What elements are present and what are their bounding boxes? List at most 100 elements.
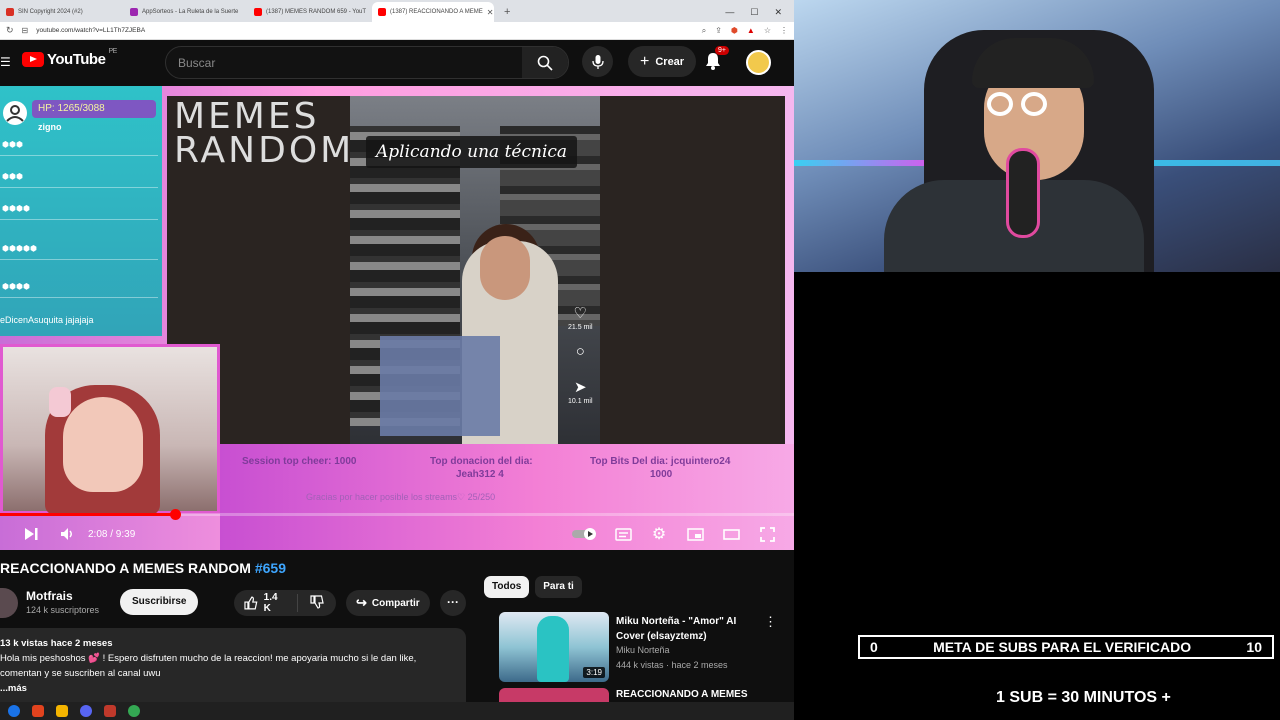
clip-caption: Aplicando una técnica: [366, 136, 578, 168]
recommended-video[interactable]: REACCIONANDO A MEMES: [484, 688, 794, 702]
microphone-icon: [591, 54, 604, 69]
recommended-channel[interactable]: Miku Norteña: [616, 645, 670, 655]
translate-icon[interactable]: ⌕: [702, 26, 706, 36]
site-info-icon[interactable]: ⊟: [22, 26, 29, 35]
show-more-link[interactable]: ...más: [0, 681, 466, 696]
logo-text: YouTube: [47, 51, 106, 68]
search-button[interactable]: [522, 47, 568, 78]
chrome-icon[interactable]: [128, 705, 140, 717]
browser-tab[interactable]: SIN Copyright 2024 (#2): [0, 2, 122, 22]
glasses-icon: [987, 92, 1057, 116]
discord-icon[interactable]: [80, 705, 92, 717]
subtitles-button[interactable]: [614, 522, 632, 546]
time-display: 2:08 / 9:39: [88, 528, 136, 540]
channel-name[interactable]: Motfrais: [26, 589, 73, 603]
tab-close-icon[interactable]: ✕: [487, 8, 494, 17]
chip-for-you[interactable]: Para ti: [535, 576, 582, 598]
warning-icon[interactable]: ▲: [747, 26, 755, 36]
share-page-icon[interactable]: ⇪: [715, 26, 722, 36]
stream-goal-text: Gracias por hacer posible los streams♡ 2…: [306, 492, 496, 502]
reload-icon[interactable]: ↻: [6, 25, 14, 36]
extension-icon[interactable]: ⬢: [731, 26, 738, 36]
fullscreen-button[interactable]: [758, 522, 776, 546]
app-icon[interactable]: [104, 705, 116, 717]
recommended-meta: 444 k vistas · hace 2 meses: [616, 660, 728, 670]
tab-favicon-icon: [130, 8, 138, 16]
settings-button[interactable]: ⚙: [650, 522, 668, 546]
youtube-logo[interactable]: YouTube PE: [22, 48, 117, 68]
title-hashtag[interactable]: #659: [255, 560, 286, 576]
hp-bar: HP: 1265/3088: [32, 100, 156, 118]
start-icon[interactable]: [8, 705, 20, 717]
minimize-icon[interactable]: —: [725, 2, 734, 22]
recommended-video[interactable]: 3:19 Miku Norteña - "Amor" AI Cover (els…: [484, 612, 784, 682]
search-input[interactable]: [166, 55, 522, 70]
more-vertical-icon[interactable]: ⋮: [764, 614, 777, 630]
tab-bar: SIN Copyright 2024 (#2) AppSorteos - La …: [0, 0, 794, 22]
description-line: Hola mis peshoshos 💕 ! Espero disfruten …: [0, 653, 417, 664]
browser-tab-active[interactable]: (1387) REACCIONANDO A MEME ✕: [372, 2, 494, 22]
scrubber-handle[interactable]: [169, 509, 181, 520]
share-label: Compartir: [371, 597, 420, 609]
guest-webcam: [0, 344, 220, 515]
voice-search-button[interactable]: [582, 46, 613, 77]
clip-person-face: [480, 236, 530, 300]
memes-random-logo: MEMES RANDOM: [174, 96, 355, 171]
chat-username: zigno: [38, 122, 62, 132]
next-button[interactable]: [22, 522, 40, 546]
region-code: PE: [108, 48, 117, 55]
browser-tab[interactable]: AppSorteos - La Ruleta de la Suerte: [124, 2, 246, 22]
bookmark-icon[interactable]: ☆: [764, 26, 771, 36]
create-label: Crear: [655, 55, 685, 68]
plus-icon: +: [640, 52, 650, 70]
subscriber-goal-bar: 0 META DE SUBS PARA EL VERIFICADO 10: [858, 635, 1274, 659]
streamer-webcam: [794, 0, 1280, 272]
brave-icon[interactable]: [32, 705, 44, 717]
menu-icon[interactable]: ⋮: [780, 26, 788, 36]
account-avatar[interactable]: [746, 50, 771, 75]
thumbnail-figure: [537, 616, 569, 682]
user-icon: [3, 101, 27, 125]
video-duration: 3:19: [583, 667, 605, 678]
theater-button[interactable]: [722, 522, 740, 546]
notifications-button[interactable]: 9+: [705, 46, 729, 75]
miniplayer-button[interactable]: [686, 522, 704, 546]
create-button[interactable]: + Crear: [628, 46, 697, 77]
youtube-play-icon: [22, 52, 44, 67]
address-bar: ↻ ⊟ youtube.com/watch?v=LL1Th7ZJEBA ⌕ ⇪ …: [0, 22, 794, 40]
recommended-title[interactable]: Miku Norteña - "Amor" AI Cover (elsayzte…: [616, 614, 746, 644]
search-icon: [537, 55, 553, 71]
clip-side-icons: ♡ 21.5 mil ○ ➤ 10.1 mil: [568, 304, 593, 405]
more-actions-button[interactable]: ···: [440, 590, 466, 616]
chat-line: ⬢⬢⬢: [0, 134, 158, 156]
dislike-button[interactable]: [298, 594, 336, 612]
maximize-icon[interactable]: ☐: [750, 2, 758, 22]
video-thumbnail[interactable]: [499, 688, 609, 702]
tab-favicon-icon: [254, 8, 262, 16]
new-tab-button[interactable]: +: [496, 2, 518, 22]
video-thumbnail[interactable]: 3:19: [499, 612, 609, 682]
goal-current: 0: [870, 639, 878, 655]
subscribe-button[interactable]: Suscribirse: [120, 589, 199, 615]
share-button[interactable]: ↪ Compartir: [346, 590, 430, 616]
description-box[interactable]: 13 k vistas hace 2 meses Hola mis peshos…: [0, 628, 466, 702]
chip-all[interactable]: Todos: [484, 576, 530, 598]
thumbs-down-icon: [310, 594, 324, 609]
progress-bar[interactable]: [0, 509, 794, 520]
player-controls: 2:08 / 9:39 ⚙: [0, 522, 794, 546]
video-player[interactable]: MEMES RANDOM Aplicando una técnica ♡ 21.5…: [0, 86, 794, 550]
like-button[interactable]: 1.4 K: [234, 592, 298, 614]
session-top-cheer: Session top cheer: 1000: [242, 456, 357, 467]
share-icon: ↪: [356, 595, 367, 610]
folder-icon[interactable]: [56, 705, 68, 717]
autoplay-toggle[interactable]: [572, 522, 598, 546]
volume-button[interactable]: [58, 522, 76, 546]
hamburger-menu-icon[interactable]: ☰: [0, 55, 11, 69]
recommended-title[interactable]: REACCIONANDO A MEMES: [616, 689, 747, 700]
clip-shares: 10.1 mil: [568, 398, 593, 405]
close-window-icon[interactable]: ✕: [774, 2, 782, 22]
browser-tab[interactable]: (1387) MEMES RANDOM 659 - YouT: [248, 2, 370, 22]
channel-avatar[interactable]: [0, 588, 18, 618]
url-field[interactable]: youtube.com/watch?v=LL1Th7ZJEBA: [36, 27, 693, 34]
tab-favicon-icon: [6, 8, 14, 16]
